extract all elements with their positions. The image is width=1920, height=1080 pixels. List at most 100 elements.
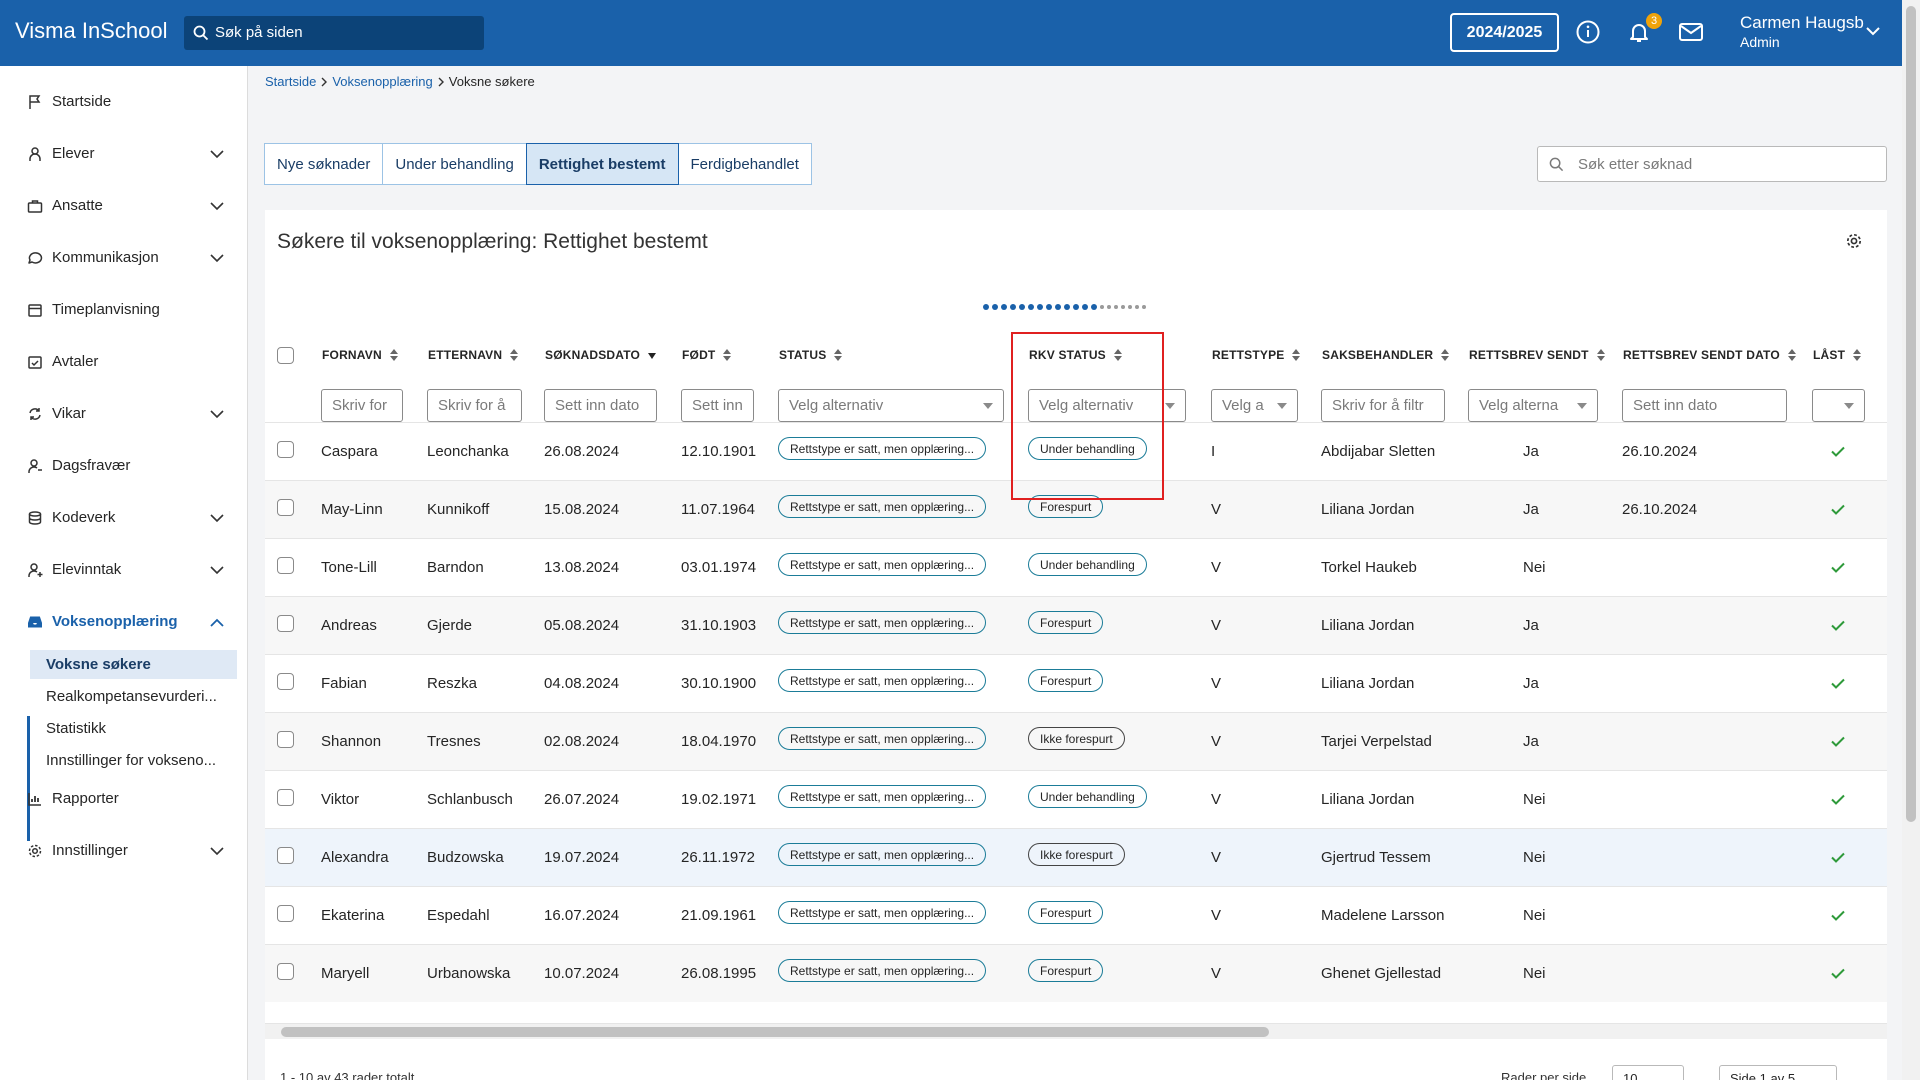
sidebar-item-avtaler[interactable]: Avtaler	[27, 353, 98, 370]
column-header-fodt[interactable]: FØDT	[682, 348, 732, 362]
table-row[interactable]: Tone-Lill Barndon 13.08.2024 03.01.1974 Rett…	[265, 538, 1887, 596]
mail-icon[interactable]	[1678, 20, 1704, 44]
cell-etternavn: Barndon	[427, 559, 484, 576]
cell-rettsbrev-sendt: Nei	[1523, 791, 1546, 808]
subnav-item-statistikk[interactable]: Statistikk	[30, 714, 237, 743]
breadcrumb-voksenopplaering[interactable]: Voksenopplæring	[332, 74, 432, 89]
chevron-down-icon[interactable]	[210, 410, 224, 419]
column-header-etternavn[interactable]: ETTERNAVN	[428, 348, 519, 362]
column-scroll-indicator[interactable]	[983, 304, 1146, 310]
tab-rettighet-bestemt[interactable]: Rettighet bestemt	[525, 143, 679, 185]
table-row[interactable]: Fabian Reszka 04.08.2024 30.10.1900 Rettstyp…	[265, 654, 1887, 712]
sidebar-item-timeplanvisning[interactable]: Timeplanvisning	[27, 301, 160, 318]
page-scrollbar-thumb[interactable]	[1906, 6, 1916, 822]
table-scrollbar-thumb[interactable]	[281, 1027, 1269, 1037]
tab-under-behandling[interactable]: Under behandling	[382, 143, 527, 185]
sidebar-item-startside[interactable]: Startside	[27, 93, 111, 110]
cell-etternavn: Reszka	[427, 675, 478, 692]
chart-icon	[28, 792, 41, 806]
chevron-down-icon[interactable]	[210, 202, 224, 211]
tab-ferdigbehandlet[interactable]: Ferdigbehandlet	[677, 143, 812, 185]
sidebar-item-elever[interactable]: Elever	[27, 145, 95, 162]
table-row[interactable]: Viktor Schlanbusch 26.07.2024 19.02.1971 Ret…	[265, 770, 1887, 828]
app-title[interactable]: Visma InSchool	[15, 18, 167, 44]
cell-fornavn: Alexandra	[321, 849, 389, 866]
column-header-fornavn[interactable]: FORNAVN	[322, 348, 398, 362]
column-header-rettsbrev-sendt[interactable]: RETTSBREV SENDT	[1469, 348, 1605, 362]
column-header-last[interactable]: LÅST	[1813, 348, 1862, 362]
sidebar-item-elevinntak[interactable]: Elevinntak	[27, 561, 121, 578]
table-row[interactable]: Alexandra Budzowska 19.07.2024 26.11.1972 Re…	[265, 828, 1887, 886]
school-year-button[interactable]: 2024/2025	[1450, 13, 1559, 52]
sidebar-item-rapporter[interactable]: Rapporter	[27, 790, 119, 807]
sidebar-item-label: Dagsfravær	[52, 457, 131, 474]
chevron-down-icon[interactable]	[210, 566, 224, 575]
chevron-down-icon[interactable]	[210, 254, 224, 263]
sidebar-item-ansatte[interactable]: Ansatte	[27, 197, 103, 214]
filter-saksbehandler[interactable]: Skriv for å filtr	[1321, 389, 1445, 422]
filter-status[interactable]: Velg alternativ	[778, 389, 1004, 422]
row-checkbox[interactable]	[277, 499, 294, 516]
row-checkbox[interactable]	[277, 731, 294, 748]
sidebar-item-kommunikasjon[interactable]: Kommunikasjon	[27, 249, 159, 266]
select-all-checkbox[interactable]	[277, 347, 294, 364]
filter-soknadsdato[interactable]: Sett inn dato	[544, 389, 657, 422]
row-checkbox[interactable]	[277, 673, 294, 690]
table-row[interactable]: Shannon Tresnes 02.08.2024 18.04.1970 Rettst…	[265, 712, 1887, 770]
column-header-rettsbrev-sendt-dato[interactable]: RETTSBREV SENDT DATO	[1623, 348, 1796, 362]
page-search-input[interactable]: Søk på siden	[184, 16, 484, 50]
cell-rettsbrev-sendt: Ja	[1523, 501, 1539, 518]
row-checkbox[interactable]	[277, 557, 294, 574]
rkv-status-badge: Under behandling	[1028, 553, 1147, 576]
page-select[interactable]: Side 1 av 5	[1719, 1065, 1837, 1080]
row-checkbox[interactable]	[277, 905, 294, 922]
sidebar-item-dagsfravaer[interactable]: Dagsfravær	[27, 457, 130, 474]
table-row[interactable]: Andreas Gjerde 05.08.2024 31.10.1903 Rettsty…	[265, 596, 1887, 654]
chevron-down-icon[interactable]	[210, 847, 224, 856]
scroll-dot	[1001, 304, 1007, 310]
subnav-item-voksne-sokere[interactable]: Voksne søkere	[30, 650, 237, 679]
table-horizontal-scrollbar[interactable]	[265, 1023, 1887, 1039]
cell-fodt: 30.10.1900	[681, 675, 757, 692]
sidebar-item-innstillinger[interactable]: Innstillinger	[27, 842, 128, 859]
column-header-label: RETTSTYPE	[1212, 348, 1285, 362]
tab-nye-soknader[interactable]: Nye søknader	[264, 143, 384, 185]
user-name[interactable]: Carmen Haugsb	[1740, 13, 1864, 33]
table-row[interactable]: Ekaterina Espedahl 16.07.2024 21.09.1961 Ret…	[265, 886, 1887, 944]
sidebar-item-voksenopplaering[interactable]: Voksenopplæring	[27, 613, 178, 630]
chevron-down-icon[interactable]	[1866, 26, 1880, 36]
column-header-rettstype[interactable]: RETTSTYPE	[1212, 348, 1301, 362]
filter-etternavn[interactable]: Skriv for å	[427, 389, 522, 422]
info-icon[interactable]	[1576, 20, 1600, 44]
chevron-up-icon[interactable]	[210, 618, 224, 627]
filter-last[interactable]	[1812, 389, 1865, 422]
row-checkbox[interactable]	[277, 789, 294, 806]
column-header-soknadsdato[interactable]: SØKNADSDATO	[545, 348, 657, 362]
subnav-item-innstillinger[interactable]: Innstillinger for vokseno...	[30, 746, 237, 775]
column-header-status[interactable]: STATUS	[779, 348, 843, 362]
filter-fodt[interactable]: Sett inn	[681, 389, 754, 422]
application-search-input[interactable]: Søk etter søknad	[1537, 146, 1887, 182]
row-checkbox[interactable]	[277, 615, 294, 632]
row-checkbox[interactable]	[277, 847, 294, 864]
chevron-down-icon[interactable]	[210, 150, 224, 159]
sidebar-item-kodeverk[interactable]: Kodeverk	[27, 509, 115, 526]
cell-etternavn: Kunnikoff	[427, 501, 490, 518]
chevron-down-icon[interactable]	[210, 514, 224, 523]
panel-title: Søkere til voksenopplæring: Rettighet be…	[277, 230, 708, 253]
breadcrumb-startside[interactable]: Startside	[265, 74, 316, 89]
column-header-saksbehandler[interactable]: SAKSBEHANDLER	[1322, 348, 1450, 362]
rows-per-page-select[interactable]: 10	[1612, 1065, 1684, 1080]
row-checkbox[interactable]	[277, 963, 294, 980]
subnav-item-realkompetanse[interactable]: Realkompetansevurderi...	[30, 682, 237, 711]
filter-rettstype[interactable]: Velg a	[1211, 389, 1298, 422]
cell-rettstype: V	[1211, 849, 1222, 866]
row-checkbox[interactable]	[277, 441, 294, 458]
table-row[interactable]: Maryell Urbanowska 10.07.2024 26.08.1995 Ret…	[265, 944, 1887, 1002]
sidebar-item-vikar[interactable]: Vikar	[27, 405, 86, 422]
gear-icon[interactable]	[1845, 232, 1863, 250]
status-badge: Rettstype er satt, men opplæring...	[778, 727, 987, 750]
filter-fornavn[interactable]: Skriv for	[321, 389, 403, 422]
filter-rettsbrev-sendt[interactable]: Velg alterna	[1468, 389, 1598, 422]
filter-rettsbrev-sendt-dato[interactable]: Sett inn dato	[1622, 389, 1787, 422]
